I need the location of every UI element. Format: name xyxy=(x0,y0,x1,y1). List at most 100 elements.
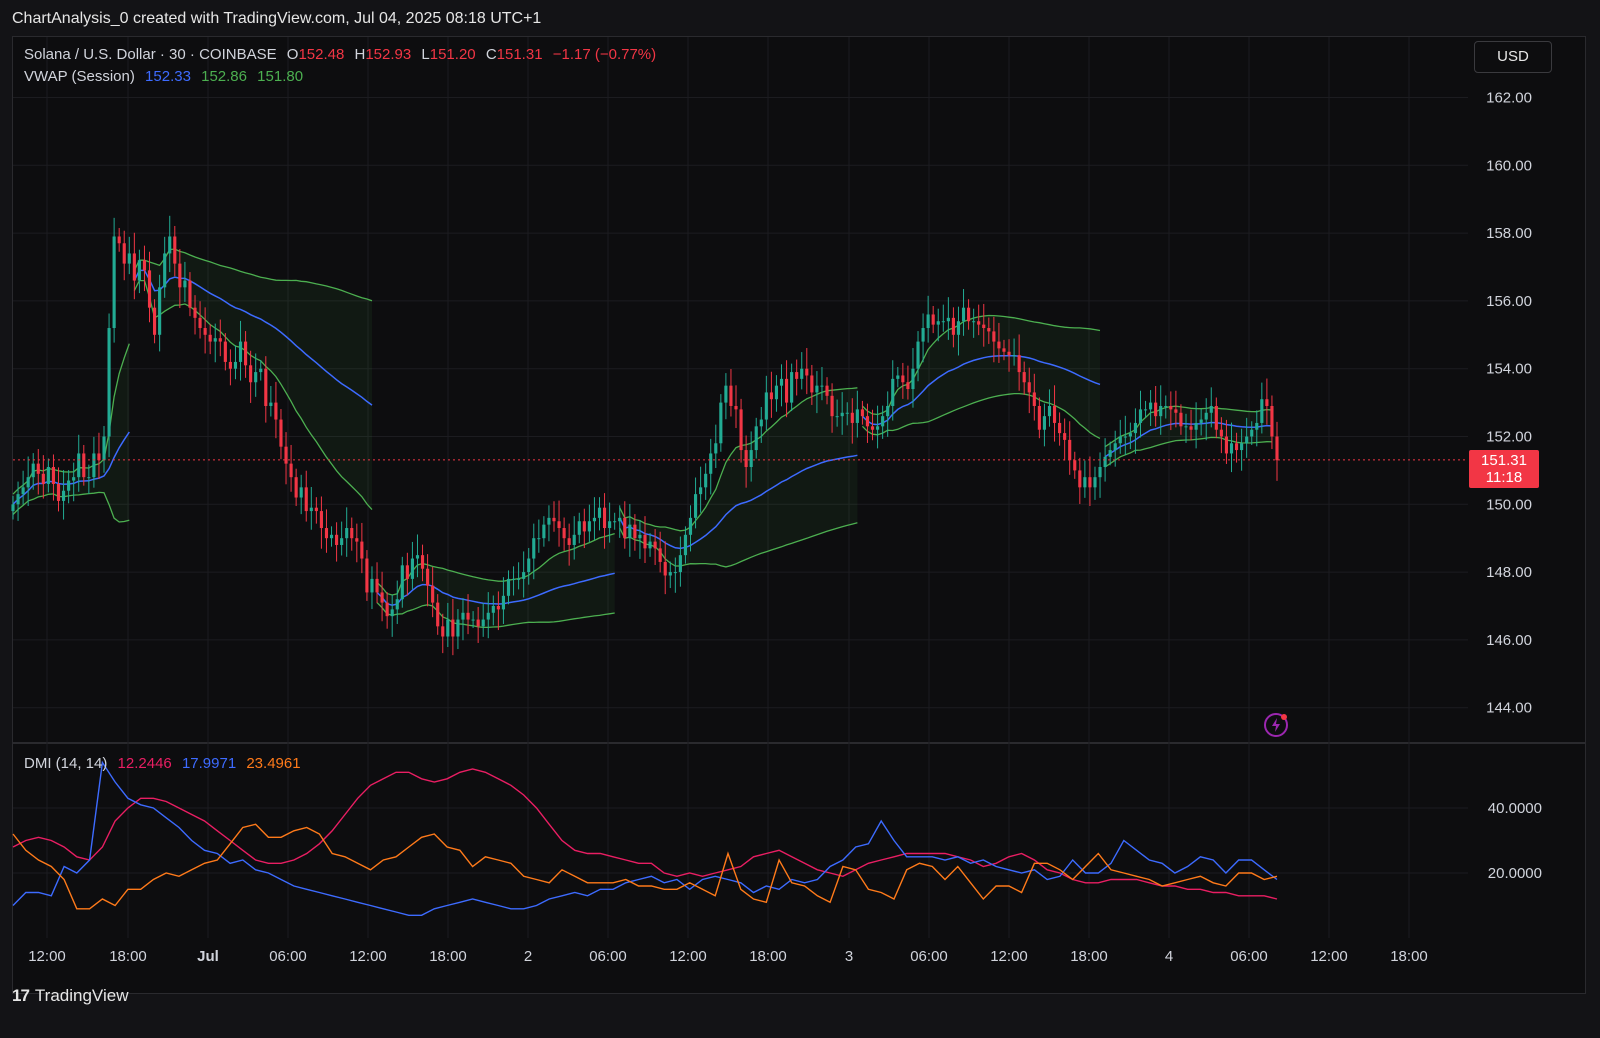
candle-body xyxy=(1047,405,1052,417)
candle-body xyxy=(16,494,20,505)
candle-body xyxy=(92,453,96,478)
candle-body xyxy=(1169,405,1173,410)
candle-body xyxy=(1118,436,1122,444)
candle-body xyxy=(400,565,404,600)
candle-body xyxy=(1204,412,1208,420)
candle-body xyxy=(496,606,500,610)
candle-body xyxy=(1037,405,1041,430)
candle-body xyxy=(1234,443,1239,451)
candle-body xyxy=(744,450,748,468)
candle-body xyxy=(178,263,182,288)
candle-body xyxy=(1012,355,1016,357)
vwap-label[interactable]: VWAP (Session) xyxy=(24,68,135,85)
candle-body xyxy=(658,548,662,562)
x-axis-tick-label: 18:00 xyxy=(429,948,467,965)
chart-canvas[interactable]: 12:00 18:00 Jul 06:00 12:00 18:00 2 06:00 12:00 1… xyxy=(0,0,1600,1038)
candle-body xyxy=(825,385,829,396)
candle-body xyxy=(345,528,349,539)
candle-body xyxy=(486,612,490,620)
candle-body xyxy=(87,477,91,479)
candle-body xyxy=(1042,416,1046,430)
candle-body xyxy=(1179,412,1183,427)
candle-body xyxy=(901,375,905,383)
y-axis-tick-label: 160.00 xyxy=(1486,157,1532,174)
lightning-icon[interactable] xyxy=(1263,712,1289,738)
candle-body xyxy=(132,253,136,281)
candle-body xyxy=(329,534,334,539)
candle-body xyxy=(1007,351,1011,356)
candle-body xyxy=(1017,355,1021,373)
close-label: C xyxy=(485,46,497,63)
currency-button[interactable]: USD xyxy=(1474,41,1552,73)
candle-body xyxy=(987,328,991,332)
candle-body xyxy=(491,606,495,613)
dmi-plus-value: 17.9971 xyxy=(181,755,237,772)
candle-body xyxy=(820,385,824,387)
candle-body xyxy=(764,392,768,420)
candle-body xyxy=(911,368,915,390)
bar-countdown: 11:18 xyxy=(1485,469,1523,486)
candle-body xyxy=(218,338,222,342)
candle-body xyxy=(122,243,126,264)
candle-body xyxy=(274,402,278,420)
candle-body xyxy=(436,602,440,627)
dmi-label[interactable]: DMI (14, 14) xyxy=(24,755,107,772)
candle-body xyxy=(233,361,238,369)
candle-body xyxy=(385,602,389,617)
candle-body xyxy=(977,321,981,325)
candle-body xyxy=(456,619,460,637)
candle-body xyxy=(724,385,728,403)
candle-body xyxy=(395,599,399,610)
candle-body xyxy=(527,558,531,573)
candle-body xyxy=(501,595,505,610)
candle-body xyxy=(517,578,521,580)
candle-body xyxy=(815,385,819,393)
x-axis-tick-label: 06:00 xyxy=(1230,948,1268,965)
candle-body xyxy=(921,328,925,342)
dmi-legend: DMI (14, 14) 12.2446 17.9971 23.4961 xyxy=(24,755,307,772)
candle-body xyxy=(1265,399,1269,406)
symbol-name[interactable]: Solana / U.S. Dollar · 30 · COINBASE xyxy=(24,46,277,63)
tradingview-brand: TradingView xyxy=(34,986,129,1005)
vwap-upper-value: 152.86 xyxy=(201,68,247,85)
dmi-adx-value: 12.2446 xyxy=(117,755,172,772)
candle-body xyxy=(259,368,263,373)
candle-body xyxy=(1260,399,1264,423)
candle-body xyxy=(608,521,612,529)
tradingview-mark-icon: 17 xyxy=(12,986,30,1005)
candle-body xyxy=(340,538,344,545)
candle-body xyxy=(865,416,870,427)
vwap-lower-value: 151.80 xyxy=(257,68,304,85)
tradingview-logo[interactable]: 17 TradingView xyxy=(12,986,128,1006)
candle-body xyxy=(805,368,809,376)
candle-body xyxy=(754,426,758,451)
candle-body xyxy=(284,446,288,464)
candle-body xyxy=(1088,477,1092,488)
y-axis-tick-label: 162.00 xyxy=(1486,90,1532,107)
candle-body xyxy=(431,585,435,603)
candle-body xyxy=(693,494,698,518)
candle-body xyxy=(1245,436,1249,444)
x-axis-tick-label: 2 xyxy=(524,948,532,965)
candle-body xyxy=(967,307,971,322)
candle-body xyxy=(790,372,794,403)
candle-body xyxy=(936,321,940,325)
candle-body xyxy=(547,517,551,525)
candle-body xyxy=(1194,422,1198,430)
candle-body xyxy=(198,317,202,329)
candle-body xyxy=(956,321,961,335)
candle-body xyxy=(719,402,723,444)
candle-body xyxy=(522,572,526,579)
candle-body xyxy=(623,517,627,539)
x-axis-tick-label: 3 xyxy=(845,948,853,965)
x-axis-tick-label: 06:00 xyxy=(269,948,307,965)
candle-body xyxy=(1103,456,1107,468)
candle-body xyxy=(112,236,116,329)
candle-body xyxy=(587,521,591,532)
y-axis-tick-label: 150.00 xyxy=(1486,496,1532,513)
candle-body xyxy=(1255,422,1259,430)
candle-body xyxy=(972,321,976,323)
candle-body xyxy=(1143,409,1148,411)
candle-body xyxy=(951,317,955,335)
candle-body xyxy=(188,280,192,308)
